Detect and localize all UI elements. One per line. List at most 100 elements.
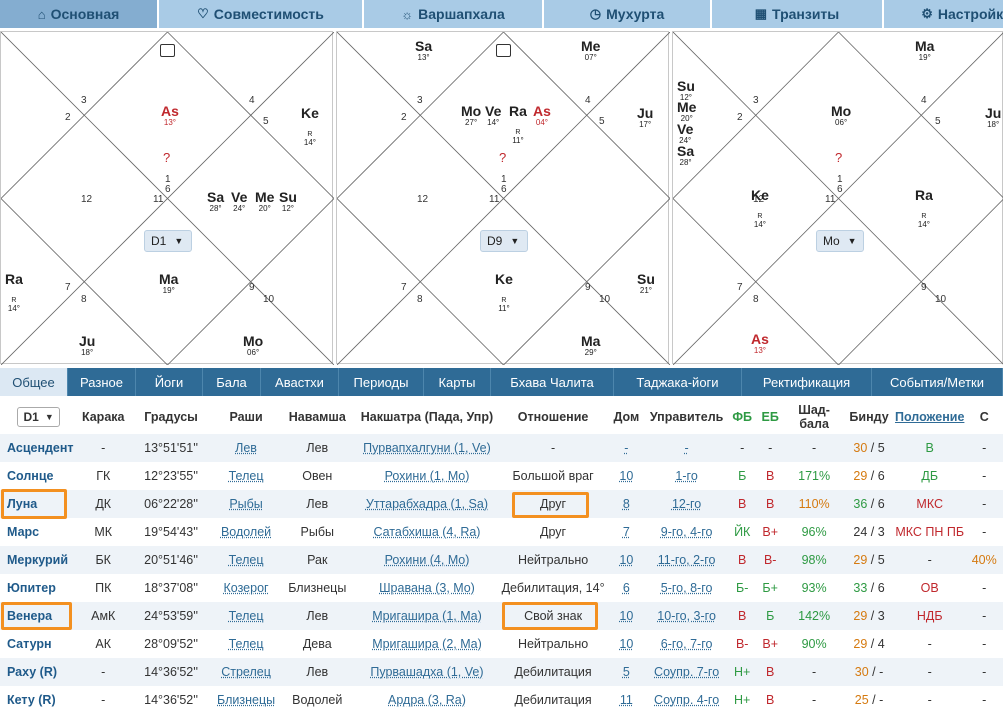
cell-nak[interactable]: Мригашира (2, Ma) xyxy=(355,630,498,658)
chart-box-icon[interactable] xyxy=(160,44,175,57)
shad-value: 93% xyxy=(801,581,827,595)
subtab-1[interactable]: Разное xyxy=(68,368,136,396)
tab-1[interactable]: ♡ Совместимость xyxy=(159,0,362,28)
subtab-4[interactable]: Авастхи xyxy=(261,368,339,396)
tab-3[interactable]: ◷ Мухурта xyxy=(544,0,710,28)
cell-rashi[interactable]: Лев xyxy=(212,434,280,462)
cell-nak[interactable]: Сатабхиша (4, Ra) xyxy=(355,518,498,546)
cell-rashi[interactable]: Телец xyxy=(213,462,279,490)
cell-c: - xyxy=(965,602,1003,630)
bindu-max: 4 xyxy=(877,637,885,651)
cell-upr[interactable]: 12-го xyxy=(645,490,729,518)
cell-upr[interactable]: 6-го, 7-го xyxy=(645,630,728,658)
cell-rel: - xyxy=(498,434,608,462)
chart-box-icon[interactable] xyxy=(496,44,511,57)
tab-2[interactable]: ☼ Варшапхала xyxy=(364,0,542,28)
pol-value: МКС ПН ПБ xyxy=(895,525,965,539)
planet-ju: Ju 18° xyxy=(79,334,95,357)
cell-name[interactable]: Меркурий xyxy=(0,546,78,574)
planet-name: Ma xyxy=(915,38,935,54)
cell-dom[interactable]: 6 xyxy=(608,574,646,602)
tab-0[interactable]: ⌂ Основная xyxy=(0,0,157,28)
subtab-9[interactable]: Ректификация xyxy=(742,368,872,396)
subtab-7[interactable]: Бхава Чалита xyxy=(491,368,614,396)
cell-upr[interactable]: 1-го xyxy=(645,462,728,490)
cell-nak[interactable]: Пурвашадха (1, Ve) xyxy=(355,658,499,686)
cell-dom[interactable]: - xyxy=(607,434,646,462)
cell-rashi[interactable]: Телец xyxy=(212,546,280,574)
cell-dom[interactable]: 7 xyxy=(608,518,646,546)
varga-select[interactable]: D1 ▼ xyxy=(17,407,60,427)
retro-mark: R xyxy=(11,297,17,305)
upr-value: 10-го, 3-го xyxy=(657,609,716,623)
karaka-value: - xyxy=(101,693,106,707)
cell-upr[interactable]: 11-го, 2-го xyxy=(645,546,729,574)
cell-dom[interactable]: 10 xyxy=(608,630,646,658)
c-value: - xyxy=(982,665,987,679)
cell-dom[interactable]: 8 xyxy=(607,490,646,518)
cell-nak[interactable]: Уттарабхадра (1, Sa) xyxy=(355,490,499,518)
tab-4[interactable]: ▦ Транзиты xyxy=(712,0,882,28)
cell-upr[interactable]: Соупр. 4-го xyxy=(645,686,728,714)
cell-nak[interactable]: Рохини (1, Mo) xyxy=(355,462,498,490)
chart-select[interactable]: D9 ▼ xyxy=(480,230,528,252)
cell-dom[interactable]: 5 xyxy=(607,658,646,686)
cell-name[interactable]: Юпитер xyxy=(0,574,77,602)
cell-dom[interactable]: 10 xyxy=(607,546,646,574)
cell-name[interactable]: Марс xyxy=(0,518,77,546)
cell-rashi[interactable]: Телец xyxy=(212,602,280,630)
cell-dom[interactable]: 10 xyxy=(608,462,646,490)
fb-value: Н+ xyxy=(734,693,751,707)
cell-upr[interactable]: - xyxy=(645,434,729,462)
unknown-mark: ? xyxy=(499,150,507,165)
col-header: Накшатра (Пада, Упр) xyxy=(360,410,494,424)
planet-degree: 27° xyxy=(465,118,478,127)
chart-select[interactable]: D1 ▼ xyxy=(144,230,192,252)
subtab-10[interactable]: События/Метки xyxy=(872,368,1003,396)
cell-dom[interactable]: 10 xyxy=(607,602,646,630)
subtab-2[interactable]: Йоги xyxy=(136,368,203,396)
cell-eb: В- xyxy=(756,546,785,574)
subtab-8[interactable]: Таджака-йоги xyxy=(614,368,742,396)
cell-nak[interactable]: Пурвапхалгуни (1, Ve) xyxy=(355,434,499,462)
cell-name[interactable]: Раху (R) xyxy=(0,658,78,686)
rel-value: - xyxy=(551,441,556,455)
cell-rashi[interactable]: Близнецы xyxy=(213,686,279,714)
house-number: 4 xyxy=(921,95,927,106)
cell-name[interactable]: Асцендент xyxy=(0,434,78,462)
planet-ve: Ve 24° xyxy=(677,122,693,145)
cell-name[interactable]: Кету (R) xyxy=(0,686,77,714)
cell-dom[interactable]: 11 xyxy=(608,686,646,714)
cell-rashi[interactable]: Телец xyxy=(213,630,279,658)
cell-upr[interactable]: Соупр. 7-го xyxy=(645,658,729,686)
cell-nak[interactable]: Шравана (3, Mo) xyxy=(355,574,498,602)
chart-select[interactable]: Mo ▼ xyxy=(816,230,864,252)
subtab-0[interactable]: Общее xyxy=(0,368,68,396)
cell-nak[interactable]: Мригашира (1, Ma) xyxy=(355,602,499,630)
nak-value: Пурвапхалгуни (1, Ve) xyxy=(363,441,491,455)
cell-upr[interactable]: 10-го, 3-го xyxy=(645,602,729,630)
karaka-value: АмК xyxy=(91,609,116,623)
subtab-3[interactable]: Бала xyxy=(203,368,261,396)
cell-upr[interactable]: 5-го, 8-го xyxy=(645,574,728,602)
cell-rashi[interactable]: Козерог xyxy=(213,574,279,602)
bindu-sep: / xyxy=(867,525,878,539)
cell-karaka: ГК xyxy=(77,462,129,490)
cell-c: - xyxy=(965,658,1003,686)
cell-nav: Водолей xyxy=(279,686,355,714)
subtab-5[interactable]: Периоды xyxy=(339,368,424,396)
cell-rashi[interactable]: Рыбы xyxy=(212,490,280,518)
fb-value: - xyxy=(740,441,745,455)
deg-value: 24°53'59'' xyxy=(144,609,198,623)
subtab-6[interactable]: Карты xyxy=(424,368,491,396)
tab-5[interactable]: ⚙ Настройки xyxy=(884,0,1003,28)
cell-upr[interactable]: 9-го, 4-го xyxy=(645,518,728,546)
cell-name[interactable]: Сатурн xyxy=(0,630,77,658)
cell-rashi[interactable]: Стрелец xyxy=(212,658,280,686)
highlight-venera xyxy=(1,602,72,630)
cell-name[interactable]: Солнце xyxy=(0,462,77,490)
cell-nak[interactable]: Ардра (3, Ra) xyxy=(355,686,498,714)
cell-nak[interactable]: Рохини (4, Mo) xyxy=(355,546,499,574)
karaka-value: - xyxy=(101,441,106,455)
cell-rashi[interactable]: Водолей xyxy=(213,518,279,546)
